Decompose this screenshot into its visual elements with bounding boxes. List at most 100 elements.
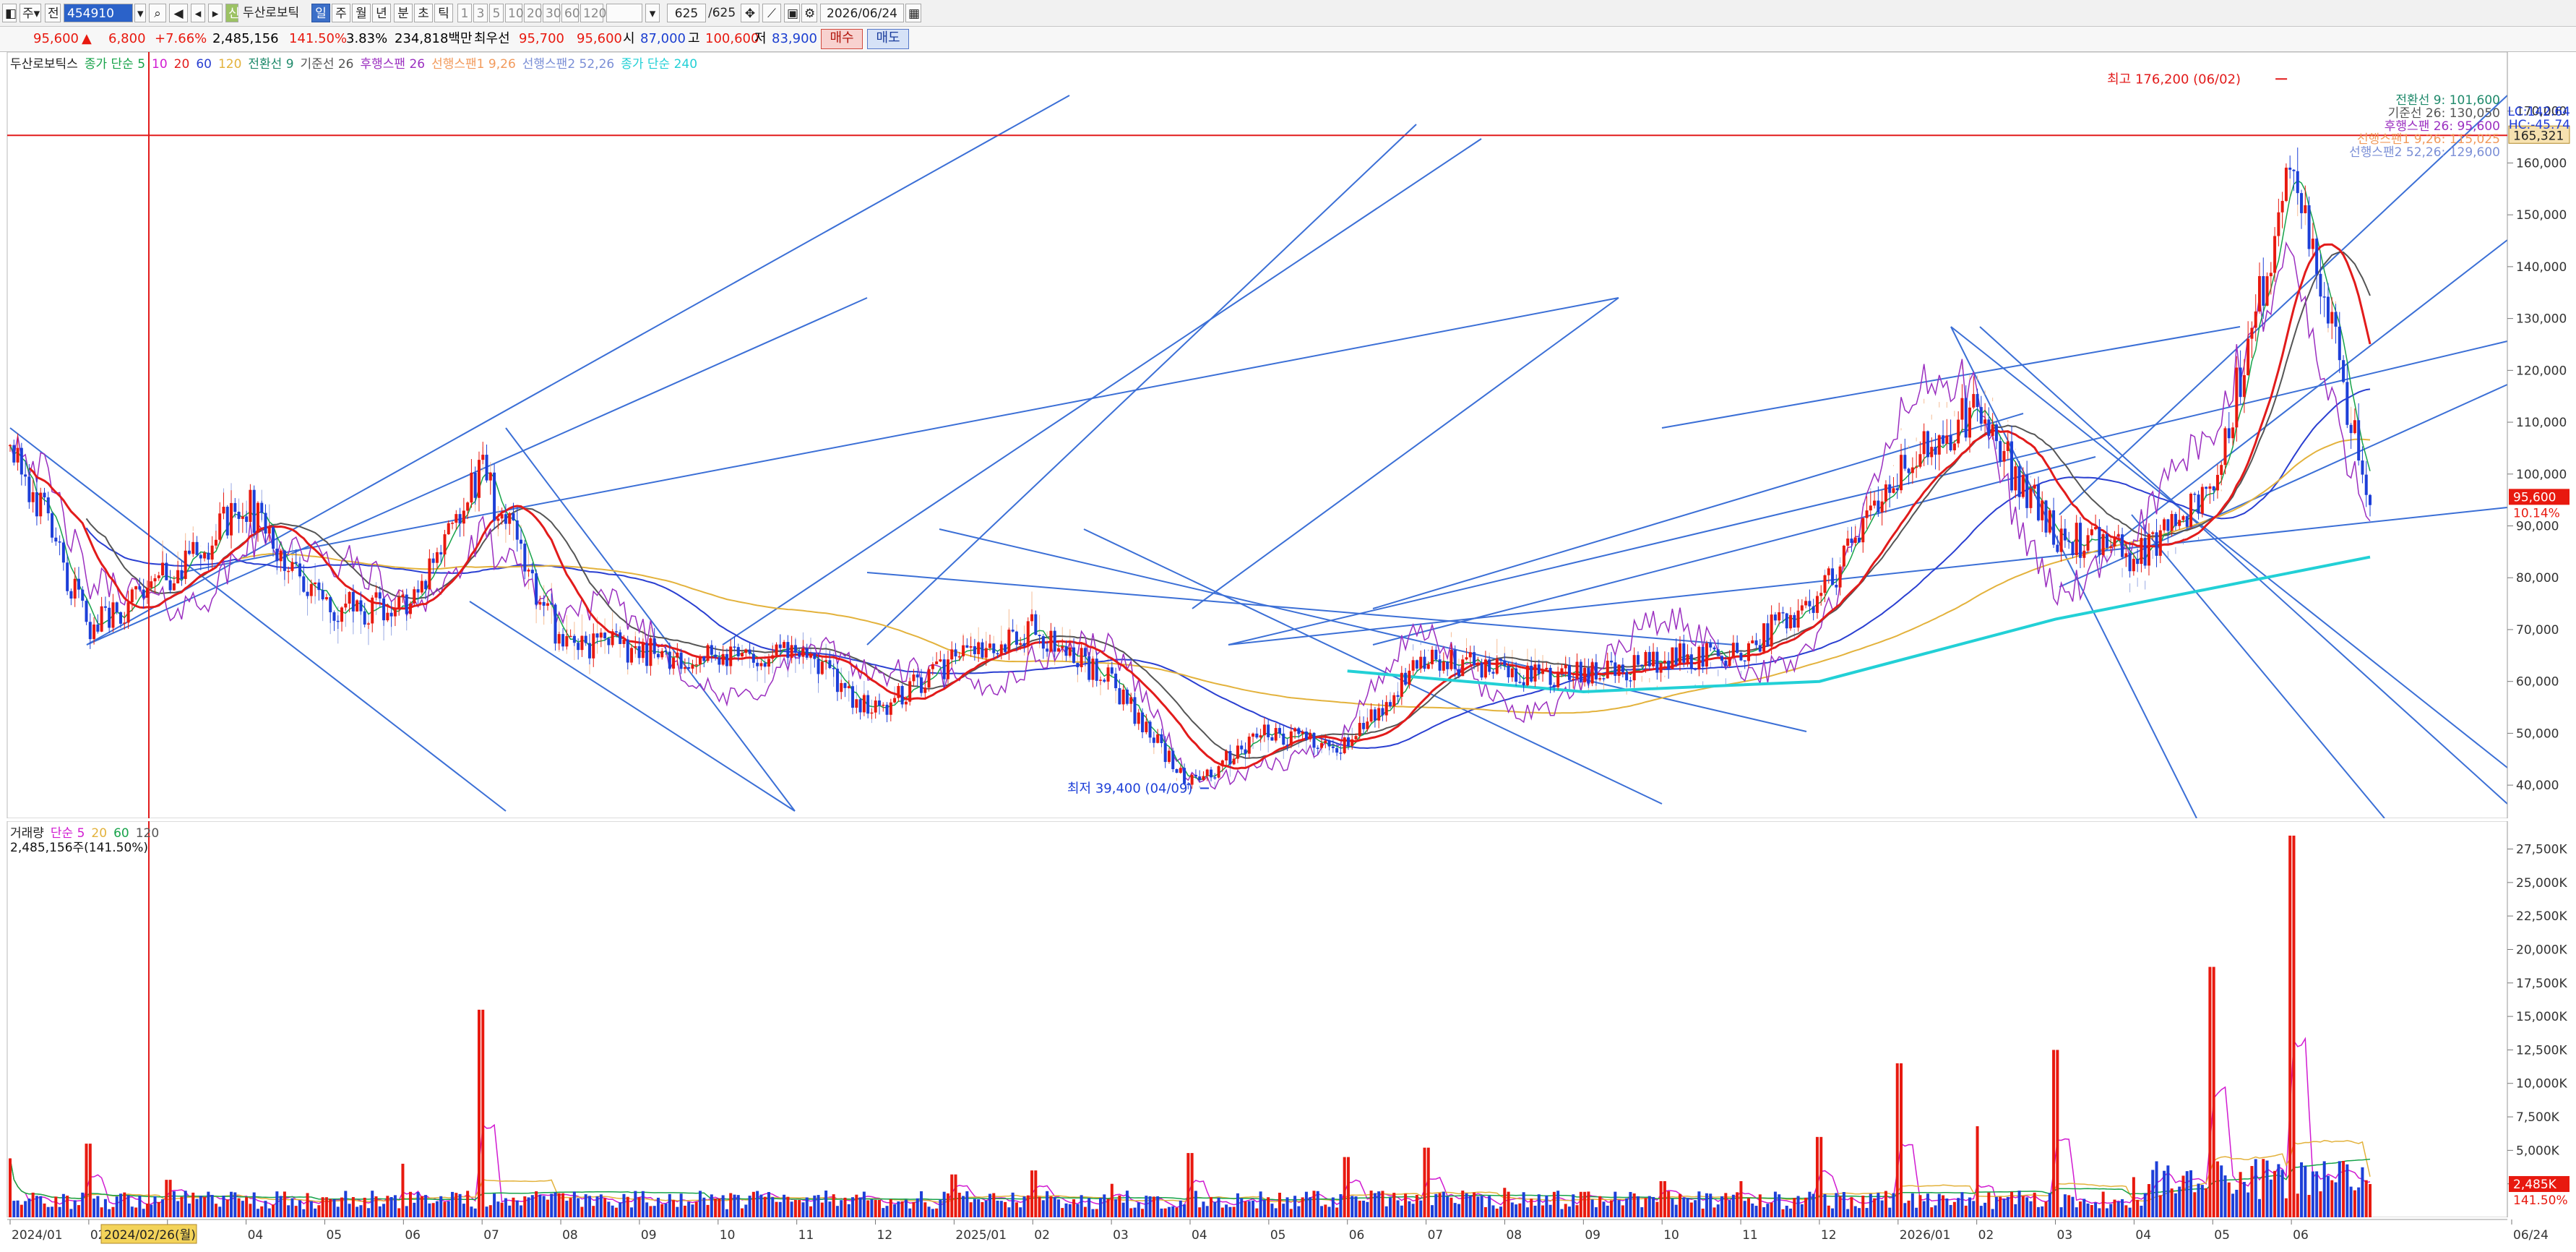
volume-bar — [1686, 1198, 1689, 1217]
candle-body — [1491, 672, 1495, 674]
price-pane[interactable]: 40,000 50,000 60,000 70,000 80,000 90,000 100,… — [0, 51, 2576, 819]
current-price-tag-label: 95,600 — [2513, 490, 2556, 505]
next-stock-icon[interactable]: ▸ — [208, 4, 223, 22]
search-icon[interactable]: ⌕ — [149, 4, 166, 22]
price-legend-item[interactable]: 20 — [174, 57, 190, 72]
candle-body — [279, 550, 283, 562]
volume-y-tick-label: 5,000K — [2516, 1144, 2560, 1158]
candle-body — [2006, 441, 2009, 451]
volume-bar — [2136, 1199, 2140, 1217]
interval-5[interactable]: 5 — [489, 4, 504, 22]
candle-body — [1244, 749, 1247, 754]
interval-120[interactable]: 120 — [580, 4, 606, 22]
volume-bar — [1739, 1180, 1743, 1217]
price-legend-item[interactable]: 10 — [152, 57, 168, 72]
speaker-icon[interactable]: ◀ — [169, 4, 188, 22]
volume-bar — [184, 1191, 187, 1217]
candle-body — [332, 612, 336, 621]
calendar-icon[interactable]: ▦ — [905, 4, 921, 22]
save-icon[interactable]: ▣ — [784, 4, 800, 22]
volume-bar — [584, 1194, 587, 1217]
favorite-icon[interactable]: 신 — [225, 4, 240, 22]
interval-custom-input[interactable] — [606, 4, 642, 22]
price-legend-item[interactable]: 후행스팬 26 — [361, 57, 426, 72]
stock-code-input[interactable]: 454910 — [64, 4, 133, 22]
count-input[interactable]: 625 — [667, 4, 706, 22]
price-legend-item[interactable]: 종가 단순 240 — [621, 57, 697, 72]
candle-body — [660, 651, 664, 658]
candle-body — [824, 660, 828, 662]
chart-menu-icon[interactable]: ◧ — [2, 4, 17, 22]
period-tab-second[interactable]: 초 — [414, 4, 433, 22]
price-legend-item[interactable]: 선행스팬1 9,26 — [431, 57, 516, 72]
price-legend-item[interactable]: 기준선 26 — [301, 57, 354, 72]
candle-body — [1015, 631, 1018, 645]
settings-gear-icon[interactable]: ⚙ — [801, 4, 817, 22]
candle-body — [1331, 746, 1335, 748]
volume-chart[interactable]: 2,500K5,000K7,500K10,000K12,500K15,000K1… — [0, 820, 2576, 1218]
date-input[interactable]: 2026/06/24 — [820, 4, 904, 22]
period-tab-month[interactable]: 월 — [352, 4, 371, 22]
period-tab-tick[interactable]: 틱 — [434, 4, 453, 22]
candle-body — [321, 590, 324, 600]
volume-bar — [1396, 1200, 1400, 1217]
interval-1[interactable]: 1 — [457, 4, 472, 22]
volume-bar — [210, 1195, 214, 1217]
stock-code-dropdown-icon[interactable]: ▾ — [134, 4, 146, 22]
volume-pane[interactable]: 2,500K5,000K7,500K10,000K12,500K15,000K1… — [0, 820, 2576, 1218]
crosshair-icon[interactable]: ✥ — [741, 4, 759, 22]
volume-bar — [1148, 1196, 1152, 1217]
buy-button[interactable]: 매수 — [821, 29, 863, 49]
price-chart[interactable]: 40,000 50,000 60,000 70,000 80,000 90,000 100,… — [0, 51, 2576, 819]
candle-body — [1019, 643, 1022, 645]
volume-bar — [977, 1199, 981, 1217]
sell-button[interactable]: 매도 — [867, 29, 909, 49]
period-tab-week[interactable]: 주 — [332, 4, 350, 22]
interval-dropdown-icon[interactable]: ▾ — [645, 4, 660, 22]
candle-body — [1877, 500, 1880, 513]
candle-body — [1175, 769, 1179, 773]
candle-body — [1686, 654, 1689, 663]
period-tab-year[interactable]: 년 — [372, 4, 391, 22]
interval-10[interactable]: 10 — [505, 4, 524, 22]
interval-3[interactable]: 3 — [473, 4, 488, 22]
prev-stock-icon[interactable]: ◂ — [191, 4, 205, 22]
market-type-select[interactable]: 주▾ — [20, 4, 41, 22]
price-legend-item[interactable]: 두산로보틱스 — [10, 57, 78, 72]
volume-bar — [2330, 1180, 2334, 1217]
candle-body — [885, 704, 889, 715]
interval-20[interactable]: 20 — [524, 4, 543, 22]
volume-bar — [927, 1206, 931, 1217]
volume-bar — [733, 1194, 736, 1217]
low-label: 저 — [754, 31, 767, 46]
volume-bar — [1198, 1207, 1202, 1217]
candle-body — [1770, 614, 1773, 647]
volume-bar — [43, 1203, 46, 1217]
volume-bar — [2296, 1193, 2299, 1217]
volume-bar — [1697, 1191, 1701, 1217]
volume-bar — [1762, 1207, 1766, 1217]
period-tab-minute[interactable]: 분 — [394, 4, 413, 22]
high-price: 100,600 — [705, 31, 759, 46]
volume-bar — [1746, 1198, 1750, 1217]
candle-body — [1815, 596, 1819, 613]
candle-body — [1644, 651, 1647, 666]
price-legend-item[interactable]: 선행스팬2 52,26 — [522, 57, 614, 72]
candle-body — [409, 603, 413, 614]
price-legend-item[interactable]: 60 — [196, 57, 212, 72]
drawing-tool-icon[interactable]: ⟋ — [762, 4, 781, 22]
volume-bar — [1449, 1197, 1453, 1217]
period-tab-day[interactable]: 일 — [311, 4, 330, 22]
price-legend-item[interactable]: 120 — [218, 57, 241, 72]
range-select[interactable]: 전 — [45, 4, 61, 22]
volume-bar — [2128, 1207, 2132, 1217]
volume-bar — [515, 1200, 519, 1217]
price-legend-item[interactable]: 종가 단순 5 — [85, 57, 145, 72]
interval-60[interactable]: 60 — [561, 4, 580, 22]
interval-30[interactable]: 30 — [543, 4, 561, 22]
volume-bar — [2200, 1185, 2204, 1217]
candle-body — [897, 685, 900, 698]
price-legend-item[interactable]: 전환선 9 — [248, 57, 293, 72]
candle-body — [828, 660, 832, 669]
candle-body — [187, 550, 191, 554]
